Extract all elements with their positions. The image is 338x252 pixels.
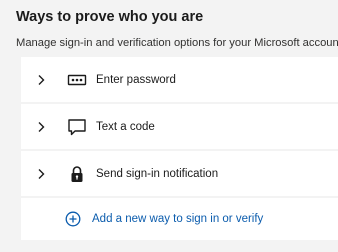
chevron-right-icon[interactable]	[35, 168, 47, 180]
page: Ways to prove who you are Manage sign-in…	[0, 0, 338, 252]
chat-bubble-icon	[68, 118, 86, 135]
section-subtitle: Manage sign-in and verification options …	[16, 37, 338, 49]
lock-icon	[71, 165, 83, 182]
chevron-right-icon[interactable]	[35, 121, 47, 133]
add-method-label[interactable]: Add a new way to sign in or verify	[92, 213, 263, 225]
plus-circle-icon	[65, 211, 81, 227]
method-label: Enter password	[96, 73, 176, 86]
method-label: Send sign-in notification	[96, 167, 219, 180]
password-dots-icon	[67, 74, 87, 85]
section-title: Ways to prove who you are	[16, 9, 204, 25]
add-method-button[interactable]: Add a new way to sign in or verify	[21, 198, 338, 240]
method-item-text-code[interactable]: Text a code	[21, 104, 338, 149]
method-item-password[interactable]: Enter password	[21, 57, 338, 102]
chevron-right-icon[interactable]	[35, 74, 47, 86]
method-item-notification[interactable]: Send sign-in notification	[21, 151, 338, 196]
method-label: Text a code	[96, 120, 155, 133]
